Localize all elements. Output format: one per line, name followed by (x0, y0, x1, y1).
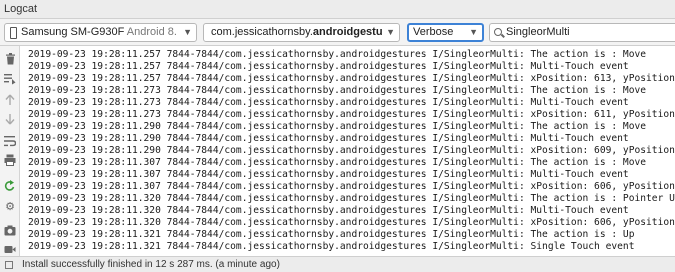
log-line: 2019-09-23 19:28:11.290 7844-7844/com.je… (28, 145, 675, 156)
down-arrow-icon[interactable] (3, 112, 17, 126)
screen-record-icon[interactable] (3, 242, 17, 256)
log-level-selector[interactable]: Verbose ▼ (407, 23, 484, 42)
restart-icon[interactable] (3, 179, 17, 193)
log-line: 2019-09-23 19:28:11.273 7844-7844/com.je… (28, 109, 675, 120)
search-input-value: SingleorMulti (506, 26, 570, 38)
log-line: 2019-09-23 19:28:11.320 7844-7844/com.je… (28, 193, 675, 204)
device-selector-label: Samsung SM-G930F Android 8. (21, 26, 177, 38)
log-line: 2019-09-23 19:28:11.320 7844-7844/com.je… (28, 217, 675, 228)
screenshot-icon[interactable] (3, 223, 17, 237)
status-bar: Install successfully finished in 12 s 28… (0, 256, 675, 272)
device-selector[interactable]: Samsung SM-G930F Android 8. ▼ (4, 23, 197, 42)
log-line: 2019-09-23 19:28:11.273 7844-7844/com.je… (28, 85, 647, 96)
scroll-to-end-icon[interactable] (3, 72, 17, 86)
chevron-down-icon: ▼ (386, 27, 395, 37)
log-line: 2019-09-23 19:28:11.307 7844-7844/com.je… (28, 181, 675, 192)
log-line: 2019-09-23 19:28:11.321 7844-7844/com.je… (28, 229, 635, 240)
log-line: 2019-09-23 19:28:11.320 7844-7844/com.je… (28, 205, 629, 216)
phone-icon (10, 27, 17, 39)
logcat-output[interactable]: 2019-09-23 19:28:11.257 7844-7844/com.je… (21, 46, 675, 256)
process-selector-label: com.jessicathornsby.androidgestu (211, 26, 383, 38)
status-toggle-icon[interactable] (5, 261, 13, 269)
process-prefix: com.jessicathornsby. (211, 26, 313, 38)
log-line: 2019-09-23 19:28:11.273 7844-7844/com.je… (28, 97, 629, 108)
chevron-down-icon: ▼ (183, 27, 192, 37)
search-input[interactable]: SingleorMulti (489, 23, 675, 42)
log-line: 2019-09-23 19:28:11.257 7844-7844/com.je… (28, 49, 647, 60)
tool-window-header: Logcat (0, 0, 675, 19)
log-level-value: Verbose (413, 26, 454, 38)
logcat-side-toolbar: ⚙ (0, 46, 20, 256)
device-os: Android 8. (126, 26, 177, 38)
log-line: 2019-09-23 19:28:11.290 7844-7844/com.je… (28, 133, 629, 144)
trash-icon[interactable] (3, 52, 17, 66)
log-line: 2019-09-23 19:28:11.290 7844-7844/com.je… (28, 121, 647, 132)
chevron-down-icon: ▼ (469, 27, 478, 37)
up-arrow-icon[interactable] (3, 93, 17, 107)
log-line: 2019-09-23 19:28:11.321 7844-7844/com.je… (28, 241, 635, 252)
log-line: 2019-09-23 19:28:11.307 7844-7844/com.je… (28, 157, 647, 168)
process-name-bold: androidgestu (312, 26, 383, 38)
print-icon[interactable] (3, 153, 17, 167)
search-icon (494, 28, 502, 36)
logcat-toolbar: Samsung SM-G930F Android 8. ▼ com.jessic… (0, 19, 675, 46)
tool-window-title: Logcat (4, 3, 38, 15)
soft-wrap-icon[interactable] (3, 134, 17, 148)
device-name: Samsung SM-G930F (21, 26, 125, 38)
log-line: 2019-09-23 19:28:11.307 7844-7844/com.je… (28, 169, 629, 180)
log-line: 2019-09-23 19:28:11.257 7844-7844/com.je… (28, 61, 629, 72)
status-message: Install successfully finished in 12 s 28… (22, 259, 280, 270)
log-line: 2019-09-23 19:28:11.257 7844-7844/com.je… (28, 73, 675, 84)
process-selector[interactable]: com.jessicathornsby.androidgestu ▼ (203, 23, 400, 42)
settings-icon[interactable]: ⚙ (3, 199, 17, 213)
